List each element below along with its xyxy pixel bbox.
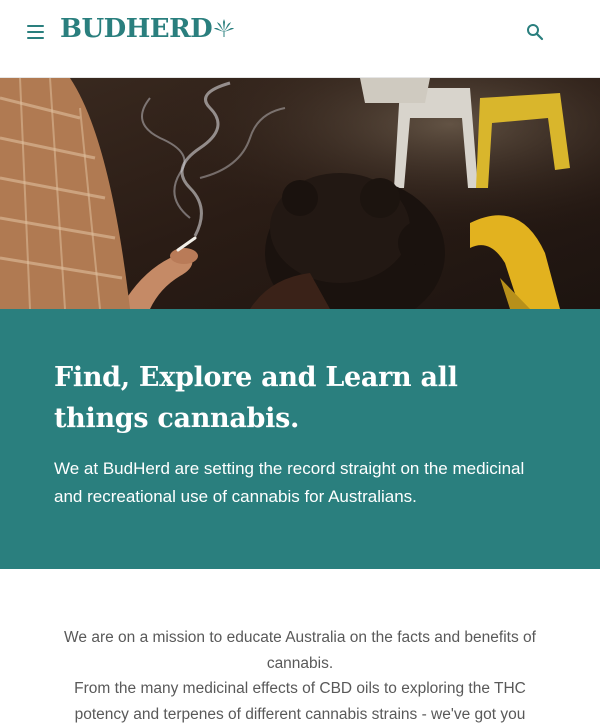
site-logo[interactable]: BUDHERD (60, 14, 235, 44)
site-header: BUDHERD (0, 0, 600, 78)
hero-image (0, 78, 600, 309)
search-icon[interactable] (526, 23, 544, 41)
hamburger-menu-icon[interactable] (26, 23, 46, 41)
hero-photo-illustration (0, 78, 600, 309)
mission-section: We are on a mission to educate Australia… (0, 569, 600, 726)
banner-subtext: We at BudHerd are setting the record str… (54, 459, 525, 506)
mission-paragraph: We are on a mission to educate Australia… (64, 629, 536, 672)
cannabis-leaf-icon (214, 18, 235, 42)
banner-heading: Find, Explore and Learn all things canna… (54, 362, 458, 434)
mission-paragraph: From the many medicinal effects of CBD o… (74, 680, 526, 723)
logo-wordmark: BUDHERD (60, 14, 213, 44)
intro-banner: Find, Explore and Learn all things canna… (0, 309, 600, 569)
